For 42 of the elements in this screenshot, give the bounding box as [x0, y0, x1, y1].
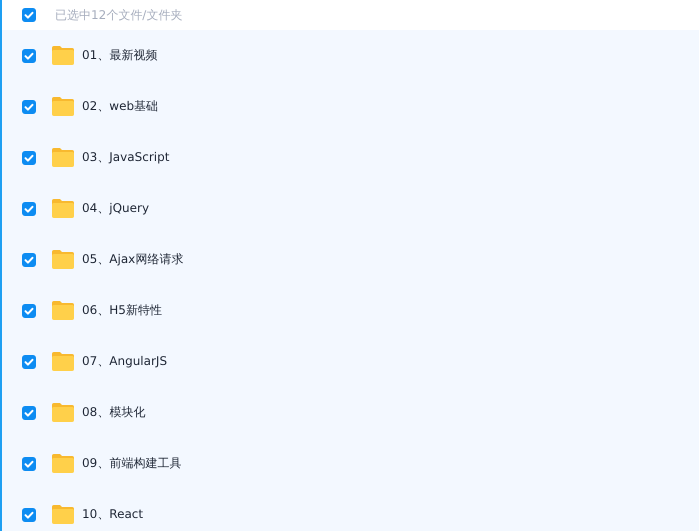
- checkbox[interactable]: [22, 508, 36, 522]
- checkbox[interactable]: [22, 100, 36, 114]
- folder-icon: [51, 147, 75, 168]
- checkbox[interactable]: [22, 48, 36, 62]
- file-row[interactable]: 10、React: [2, 489, 699, 531]
- folder-icon: [51, 504, 75, 525]
- folder-icon: [51, 351, 75, 372]
- file-row[interactable]: 08、模块化: [2, 387, 699, 438]
- folder-icon: [51, 45, 75, 66]
- folder-name: 05、Ajax网络请求: [82, 251, 184, 268]
- folder-name: 10、React: [82, 506, 144, 523]
- folder-icon: [51, 453, 75, 474]
- file-row[interactable]: 01、最新视频: [2, 30, 699, 81]
- folder-icon: [51, 402, 75, 423]
- checkbox[interactable]: [22, 354, 36, 368]
- checkbox[interactable]: [22, 406, 36, 420]
- checkbox[interactable]: [22, 150, 36, 164]
- folder-name: 09、前端构建工具: [82, 455, 182, 472]
- file-row[interactable]: 03、JavaScript: [2, 132, 699, 183]
- file-row[interactable]: 05、Ajax网络请求: [2, 234, 699, 285]
- folder-icon: [51, 198, 75, 219]
- file-row[interactable]: 06、H5新特性: [2, 285, 699, 336]
- file-row[interactable]: 09、前端构建工具: [2, 438, 699, 489]
- checkbox[interactable]: [22, 202, 36, 216]
- checkbox[interactable]: [22, 456, 36, 470]
- folder-icon: [51, 300, 75, 321]
- folder-name: 03、JavaScript: [82, 149, 170, 166]
- select-all-checkbox[interactable]: [22, 8, 36, 22]
- folder-icon: [51, 249, 75, 270]
- folder-name: 06、H5新特性: [82, 302, 162, 319]
- folder-icon: [51, 96, 75, 117]
- file-row[interactable]: 07、AngularJS: [2, 336, 699, 387]
- folder-name: 02、web基础: [82, 98, 158, 115]
- file-row[interactable]: 04、jQuery: [2, 183, 699, 234]
- folder-name: 04、jQuery: [82, 200, 150, 217]
- selection-count: 已选中12个文件/文件夹: [55, 6, 182, 24]
- file-row[interactable]: 02、web基础: [2, 81, 699, 132]
- folder-name: 01、最新视频: [82, 47, 158, 64]
- folder-name: 08、模块化: [82, 404, 146, 421]
- folder-name: 07、AngularJS: [82, 353, 168, 370]
- checkbox[interactable]: [22, 252, 36, 266]
- checkbox[interactable]: [22, 304, 36, 318]
